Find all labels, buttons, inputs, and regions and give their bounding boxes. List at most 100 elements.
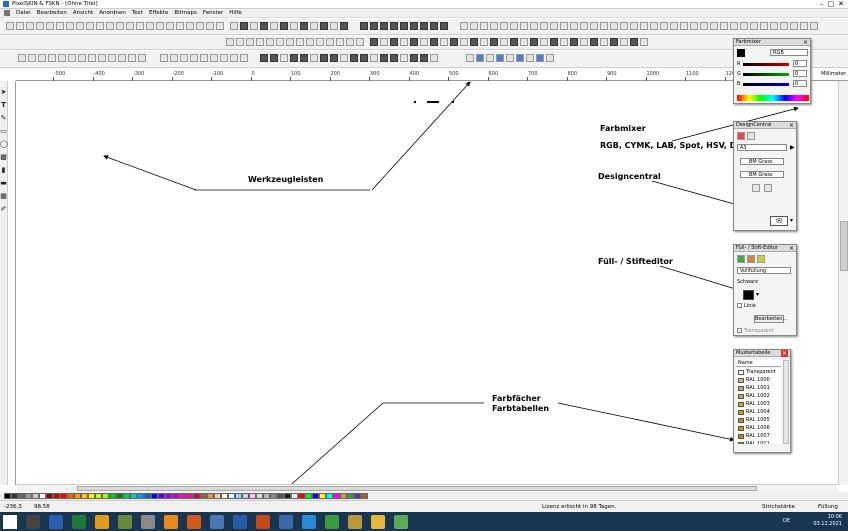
list-scrollbar[interactable]	[783, 360, 789, 444]
app-icon[interactable]	[256, 514, 270, 529]
palette-swatch[interactable]	[200, 493, 207, 499]
fill-bucket-icon[interactable]	[737, 255, 745, 263]
vertical-scroll-thumb[interactable]	[840, 221, 848, 271]
palette-swatch[interactable]	[228, 493, 235, 499]
gradient-icon[interactable]	[757, 255, 765, 263]
palette-swatch[interactable]	[95, 493, 102, 499]
palette-swatch[interactable]	[270, 493, 277, 499]
windows-start-icon[interactable]	[3, 514, 17, 529]
channel-value[interactable]: 0	[793, 80, 807, 87]
chevron-down-icon[interactable]: ▾	[756, 291, 759, 298]
palette-swatch[interactable]	[221, 493, 228, 499]
palette-swatch[interactable]	[319, 493, 326, 499]
app-icon[interactable]	[141, 514, 155, 529]
palette-swatch[interactable]	[46, 493, 53, 499]
palette-swatch[interactable]	[39, 493, 46, 499]
palette-swatch[interactable]	[165, 493, 172, 499]
palette-swatch[interactable]	[18, 493, 25, 499]
list-item[interactable]: RAL 1004	[736, 408, 781, 416]
palette-swatch[interactable]	[25, 493, 32, 499]
color-spectrum[interactable]	[737, 95, 809, 101]
app-icon[interactable]	[279, 514, 293, 529]
channel-value[interactable]: 0	[793, 60, 807, 67]
list-item[interactable]: Transparent	[736, 368, 781, 376]
palette-swatch[interactable]	[256, 493, 263, 499]
list-item[interactable]: RAL 1003	[736, 400, 781, 408]
palette-swatch[interactable]	[312, 493, 319, 499]
tab-library-icon[interactable]	[747, 132, 755, 140]
palette-swatch[interactable]	[207, 493, 214, 499]
app-icon[interactable]	[325, 514, 339, 529]
palette-swatch[interactable]	[151, 493, 158, 499]
palette-swatch[interactable]	[186, 493, 193, 499]
close-icon[interactable]: ×	[780, 350, 788, 357]
edit-button[interactable]: Bearbeiten...	[754, 315, 787, 323]
list-item[interactable]: RAL 1002	[736, 392, 781, 400]
palette-swatch[interactable]	[347, 493, 354, 499]
close-icon[interactable]: ×	[803, 39, 808, 46]
list-item[interactable]: RAL 1005	[736, 416, 781, 424]
designcentral-field-1[interactable]: BM Grass	[740, 158, 784, 165]
palette-swatch[interactable]	[81, 493, 88, 499]
close-icon[interactable]: ×	[789, 245, 794, 252]
palette-swatch[interactable]	[144, 493, 151, 499]
channel-slider[interactable]	[743, 73, 789, 76]
list-item[interactable]: RAL 1007	[736, 432, 781, 440]
name-column-header[interactable]: Name	[736, 360, 781, 367]
palette-swatch[interactable]	[242, 493, 249, 499]
fill-type-select[interactable]: Vollfüllung	[737, 267, 791, 274]
palette-swatch[interactable]	[11, 493, 18, 499]
channel-slider[interactable]	[743, 63, 789, 66]
excel-icon[interactable]	[72, 514, 86, 529]
app-icon[interactable]	[164, 514, 178, 529]
language-indicator[interactable]: DE	[783, 518, 790, 525]
palette-swatch[interactable]	[235, 493, 242, 499]
palette-swatch[interactable]	[88, 493, 95, 499]
palette-swatch[interactable]	[53, 493, 60, 499]
designcentral-field-2[interactable]: BM Grass	[740, 171, 784, 178]
edge-icon[interactable]	[302, 514, 316, 529]
tab-designs-icon[interactable]	[737, 132, 745, 140]
palette-swatch[interactable]	[291, 493, 298, 499]
palette-swatch[interactable]	[284, 493, 291, 499]
palette-swatch[interactable]	[116, 493, 123, 499]
palette-swatch[interactable]	[361, 493, 368, 499]
page-portrait-icon[interactable]	[752, 184, 760, 192]
palette-swatch[interactable]	[74, 493, 81, 499]
palette-swatch[interactable]	[249, 493, 256, 499]
designcentral-select[interactable]: A3	[737, 144, 787, 151]
palette-swatch[interactable]	[333, 493, 340, 499]
palette-swatch[interactable]	[305, 493, 312, 499]
palette-swatch[interactable]	[60, 493, 67, 499]
page-landscape-icon[interactable]	[764, 184, 772, 192]
app-icon[interactable]	[348, 514, 362, 529]
palette-swatch[interactable]	[102, 493, 109, 499]
fill-color-swatch[interactable]	[743, 290, 754, 300]
close-icon[interactable]: ×	[789, 122, 794, 129]
palette-swatch[interactable]	[326, 493, 333, 499]
pen-icon[interactable]	[747, 255, 755, 263]
palette-swatch[interactable]	[130, 493, 137, 499]
word-icon[interactable]	[49, 514, 63, 529]
palette-swatch[interactable]	[179, 493, 186, 499]
palette-swatch[interactable]	[298, 493, 305, 499]
horizontal-scroll-thumb[interactable]	[77, 486, 757, 491]
list-item[interactable]: RAL 1006	[736, 424, 781, 432]
palette-swatch[interactable]	[193, 493, 200, 499]
palette-swatch[interactable]	[214, 493, 221, 499]
app-icon[interactable]	[118, 514, 132, 529]
palette-swatch[interactable]	[109, 493, 116, 499]
palette-swatch[interactable]	[4, 493, 11, 499]
clock-time[interactable]: 10:06	[813, 514, 842, 521]
palette-swatch[interactable]	[123, 493, 130, 499]
app-icon[interactable]	[210, 514, 224, 529]
channel-slider[interactable]	[743, 83, 789, 86]
palette-swatch[interactable]	[172, 493, 179, 499]
transparent-checkbox[interactable]	[737, 328, 742, 333]
list-item[interactable]: RAL 1001	[736, 384, 781, 392]
horizontal-scrollbar[interactable]	[17, 484, 838, 492]
palette-swatch[interactable]	[354, 493, 361, 499]
palette-swatch[interactable]	[340, 493, 347, 499]
envelope-icon[interactable]: ✉	[770, 216, 788, 226]
palette-swatch[interactable]	[32, 493, 39, 499]
